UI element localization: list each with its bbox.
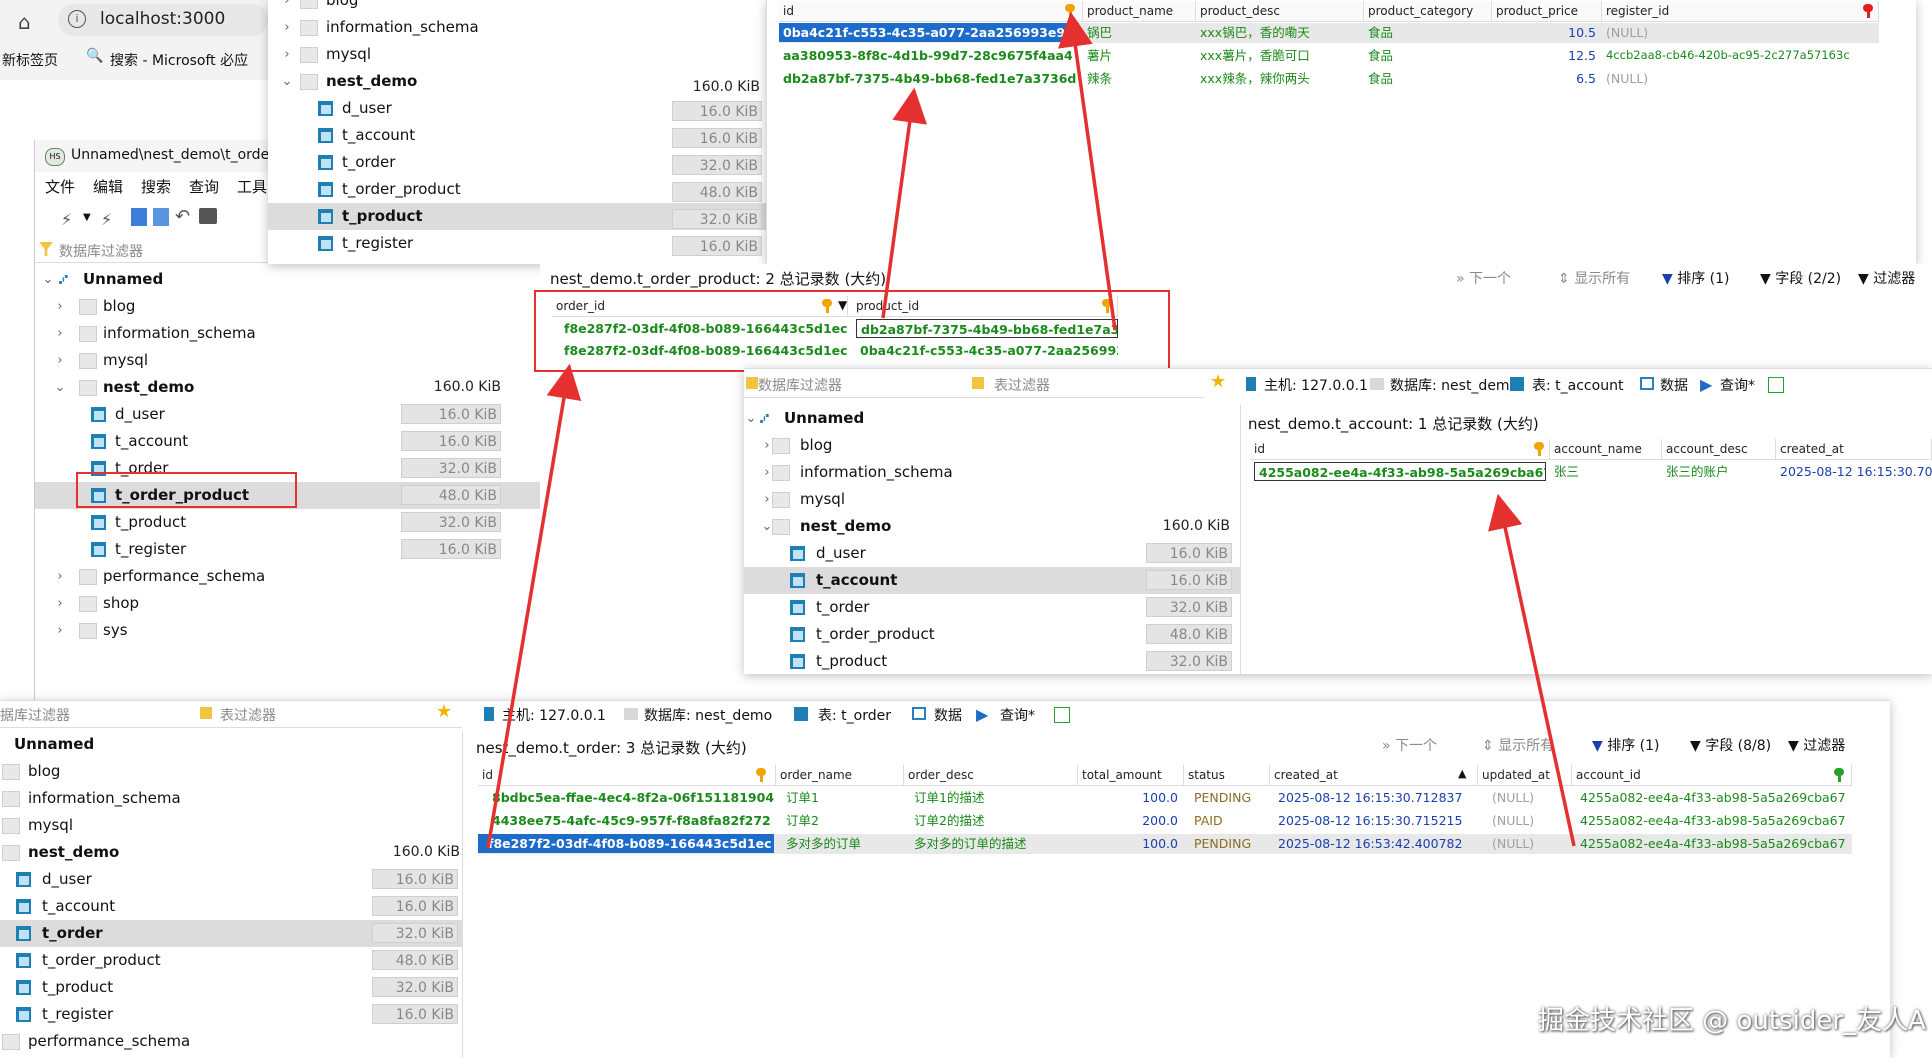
arrow-product-id-to-product-1: [881, 87, 928, 319]
arrow-product-id-to-product-2: [1058, 11, 1117, 331]
arrow-order-to-order-product: [486, 363, 582, 849]
arrow-order-to-account: [1488, 493, 1576, 847]
watermark: 掘金技术社区 @ outsider_友人A: [1538, 1006, 1926, 1036]
annotation-arrows: [486, 11, 1576, 849]
